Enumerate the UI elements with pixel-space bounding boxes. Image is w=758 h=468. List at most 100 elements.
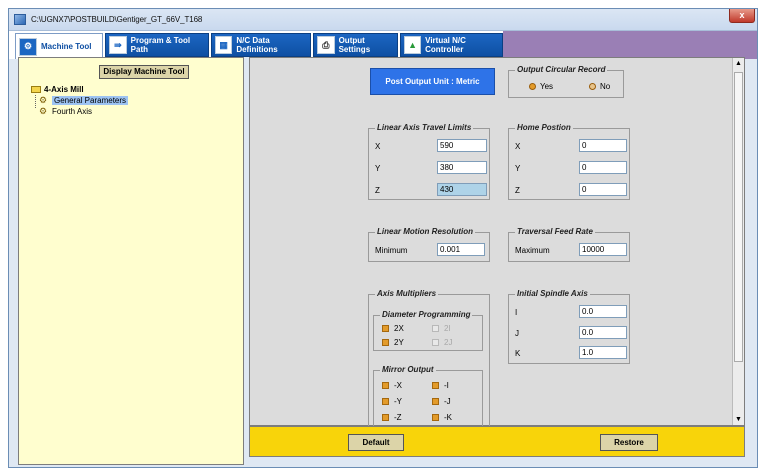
axis-multipliers-group: Axis Multipliers Diameter Programming 2X… [368,289,490,427]
app-icon [14,14,26,25]
controller-icon: ▲ [404,36,422,54]
checkbox-2j: 2J [432,338,452,347]
tab-label: N/C Data Definitions [236,36,278,54]
radio-selected-icon [529,83,536,90]
group-title: Output Circular Record [515,65,608,74]
mirror-output-group: Mirror Output -X -I -Y -J -Z -K [373,365,483,427]
spindle-i-field[interactable]: 0.0 [579,305,627,318]
gear-icon: ⚙ [39,95,48,106]
spindle-axis-group: Initial Spindle Axis I 0.0 J 0.0 K 1.0 [508,289,630,364]
diameter-programming-group: Diameter Programming 2X 2I 2Y 2J [373,310,483,351]
tab-label: Output Settings [338,36,371,54]
checkbox-icon [432,325,439,332]
checkbox-icon [382,382,389,389]
checkbox-label: -Y [394,397,402,406]
home-position-group: Home Postion X 0 Y 0 Z 0 [508,123,630,200]
tab-machine-tool[interactable]: ⚙ Machine Tool [15,33,103,59]
checkbox-neg-y[interactable]: -Y [382,397,402,406]
feed-rate-field[interactable]: 10000 [579,243,627,256]
checkbox-label: 2I [444,324,451,333]
maximum-label: Maximum [515,246,550,255]
checkbox-neg-j[interactable]: -J [432,397,451,406]
close-button[interactable]: x [729,9,755,23]
program-icon: ⇛ [109,36,127,54]
checkbox-icon [432,398,439,405]
tab-label: Virtual N/C Controller [425,36,466,54]
tab-label: Machine Tool [41,42,92,51]
checkbox-icon [432,339,439,346]
z-label: Z [375,186,380,195]
checkbox-label: -K [444,413,452,422]
checkbox-2x[interactable]: 2X [382,324,404,333]
tree-item-general-parameters[interactable]: ⚙ General Parameters [31,95,129,106]
k-label: K [515,349,521,358]
parameters-panel: Post Output Unit : Metric Output Circula… [249,57,745,427]
checkbox-icon [382,325,389,332]
x-label: X [515,142,521,151]
default-button[interactable]: Default [348,434,404,451]
travel-x-field[interactable]: 590 [437,139,487,152]
display-machine-tool-button[interactable]: Display Machine Tool [99,65,189,79]
checkbox-icon [432,414,439,421]
z-label: Z [515,186,520,195]
scroll-down-icon[interactable]: ▼ [735,416,742,423]
title-bar: C:\UGNX7\POSTBUILD\Gentiger_GT_66V_T168 … [9,9,757,31]
tab-label: Program & Tool Path [130,36,191,54]
radio-yes[interactable]: Yes [529,82,553,91]
travel-z-field[interactable]: 430 [437,183,487,196]
tree-root-label: 4-Axis Mill [44,85,84,94]
gear-icon: ⚙ [39,106,48,117]
tree-item-label: Fourth Axis [52,107,93,116]
minimum-label: Minimum [375,246,408,255]
y-label: Y [375,164,381,173]
spindle-k-field[interactable]: 1.0 [579,346,627,359]
checkbox-icon [432,382,439,389]
scroll-thumb[interactable] [734,72,743,362]
nc-data-icon: ▦ [215,36,233,54]
home-x-field[interactable]: 0 [579,139,627,152]
tab-virtual-nc-controller[interactable]: ▲ Virtual N/C Controller [400,33,503,57]
tab-strip: ⚙ Machine Tool ⇛ Program & Tool Path ▦ N… [9,31,757,59]
checkbox-neg-z[interactable]: -Z [382,413,402,422]
checkbox-label: 2J [444,338,453,347]
tree-panel: Display Machine Tool 4-Axis Mill ⚙ Genera… [18,57,244,465]
checkbox-neg-x[interactable]: -X [382,381,402,390]
motion-resolution-group: Linear Motion Resolution Minimum 0.001 [368,227,490,262]
radio-no[interactable]: No [589,82,610,91]
checkbox-2y[interactable]: 2Y [382,338,404,347]
group-title: Axis Multipliers [375,289,439,298]
restore-button[interactable]: Restore [600,434,658,451]
resolution-field[interactable]: 0.001 [437,243,485,256]
checkbox-icon [382,339,389,346]
checkbox-label: 2X [394,324,404,333]
action-bar: Default Restore [249,426,745,457]
checkbox-neg-i[interactable]: -I [432,381,449,390]
home-z-field[interactable]: 0 [579,183,627,196]
tab-program-tool-path[interactable]: ⇛ Program & Tool Path [105,33,209,57]
group-title: Linear Axis Travel Limits [375,123,474,132]
tab-output-settings[interactable]: ⎙ Output Settings [313,33,398,57]
vertical-scrollbar[interactable]: ▲ ▼ [732,58,744,425]
tree-item-fourth-axis[interactable]: ⚙ Fourth Axis [31,106,128,117]
group-title: Linear Motion Resolution [375,227,475,236]
tab-strip-filler [503,31,757,59]
printer-icon: ⎙ [317,36,335,54]
post-output-unit-button[interactable]: Post Output Unit : Metric [370,68,495,95]
group-title: Diameter Programming [380,310,473,319]
home-y-field[interactable]: 0 [579,161,627,174]
j-label: J [515,329,519,338]
tree-root[interactable]: 4-Axis Mill [31,84,128,108]
machine-tree: 4-Axis Mill ⚙ General Parameters ⚙ Fourth … [31,84,129,117]
i-label: I [515,308,518,317]
scroll-up-icon[interactable]: ▲ [735,60,742,67]
tab-nc-data-definitions[interactable]: ▦ N/C Data Definitions [211,33,311,57]
checkbox-label: -X [394,381,402,390]
group-title: Initial Spindle Axis [515,289,590,298]
x-label: X [375,142,381,151]
checkbox-neg-k[interactable]: -K [432,413,452,422]
folder-icon [31,86,41,94]
spindle-j-field[interactable]: 0.0 [579,326,627,339]
travel-limits-group: Linear Axis Travel Limits X 590 Y 380 Z … [368,123,490,200]
checkbox-icon [382,398,389,405]
travel-y-field[interactable]: 380 [437,161,487,174]
